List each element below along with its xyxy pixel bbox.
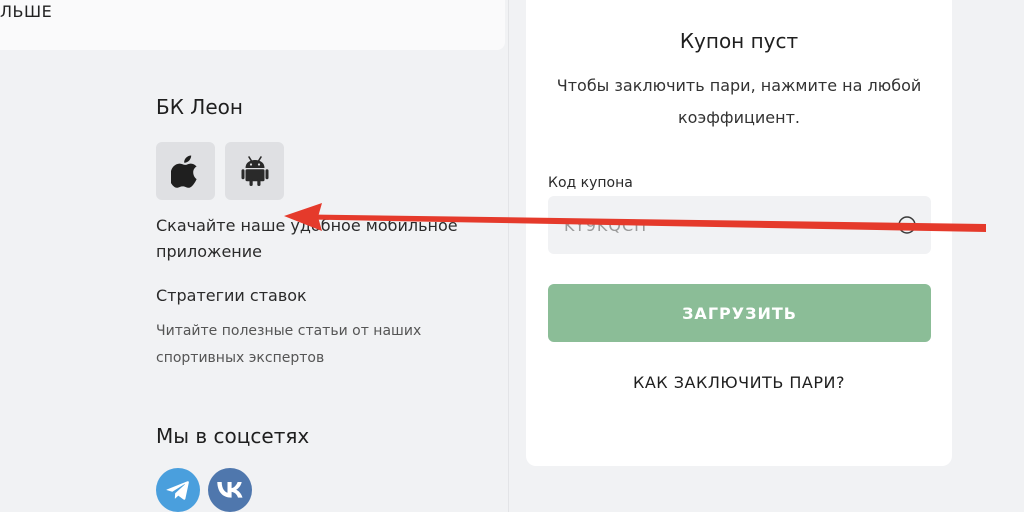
vk-button[interactable] — [208, 468, 252, 512]
clear-input-icon[interactable] — [897, 215, 917, 235]
coupon-title: Купон пуст — [679, 29, 799, 53]
android-icon — [241, 156, 268, 186]
top-card-text: ЛЬШЕ — [0, 2, 53, 21]
coupon-panel: Купон пуст Чтобы заключить пари, нажмите… — [509, 0, 1024, 512]
how-to-bet-link[interactable]: КАК ЗАКЛЮЧИТЬ ПАРИ? — [526, 373, 952, 392]
download-app-text[interactable]: Скачайте наше удобное мобильное приложен… — [156, 213, 496, 265]
coupon-code-label: Код купона — [548, 175, 633, 191]
social-title: Мы в соцсетях — [156, 424, 310, 448]
android-app-button[interactable] — [225, 142, 284, 200]
strategies-link[interactable]: Стратегии ставок — [156, 286, 307, 305]
coupon-code-input[interactable] — [564, 196, 884, 254]
top-card[interactable]: ЛЬШЕ — [0, 0, 505, 50]
apple-icon — [170, 155, 197, 188]
apple-app-button[interactable] — [156, 142, 215, 200]
coupon-description: Чтобы заключить пари, нажмите на любой к… — [556, 76, 922, 127]
load-coupon-button[interactable]: ЗАГРУЗИТЬ — [548, 284, 931, 342]
telegram-button[interactable] — [156, 468, 200, 512]
vk-icon — [217, 482, 243, 498]
coupon-card: Купон пуст Чтобы заключить пари, нажмите… — [526, 0, 952, 466]
footer-panel: ЛЬШЕ БК Леон Скачайте наше удобное мобил… — [0, 0, 509, 512]
coupon-code-field[interactable] — [548, 196, 931, 254]
telegram-icon — [166, 481, 189, 500]
strategies-description: Читайте полезные статьи от наших спортив… — [156, 323, 422, 366]
brand-title: БК Леон — [156, 95, 243, 119]
